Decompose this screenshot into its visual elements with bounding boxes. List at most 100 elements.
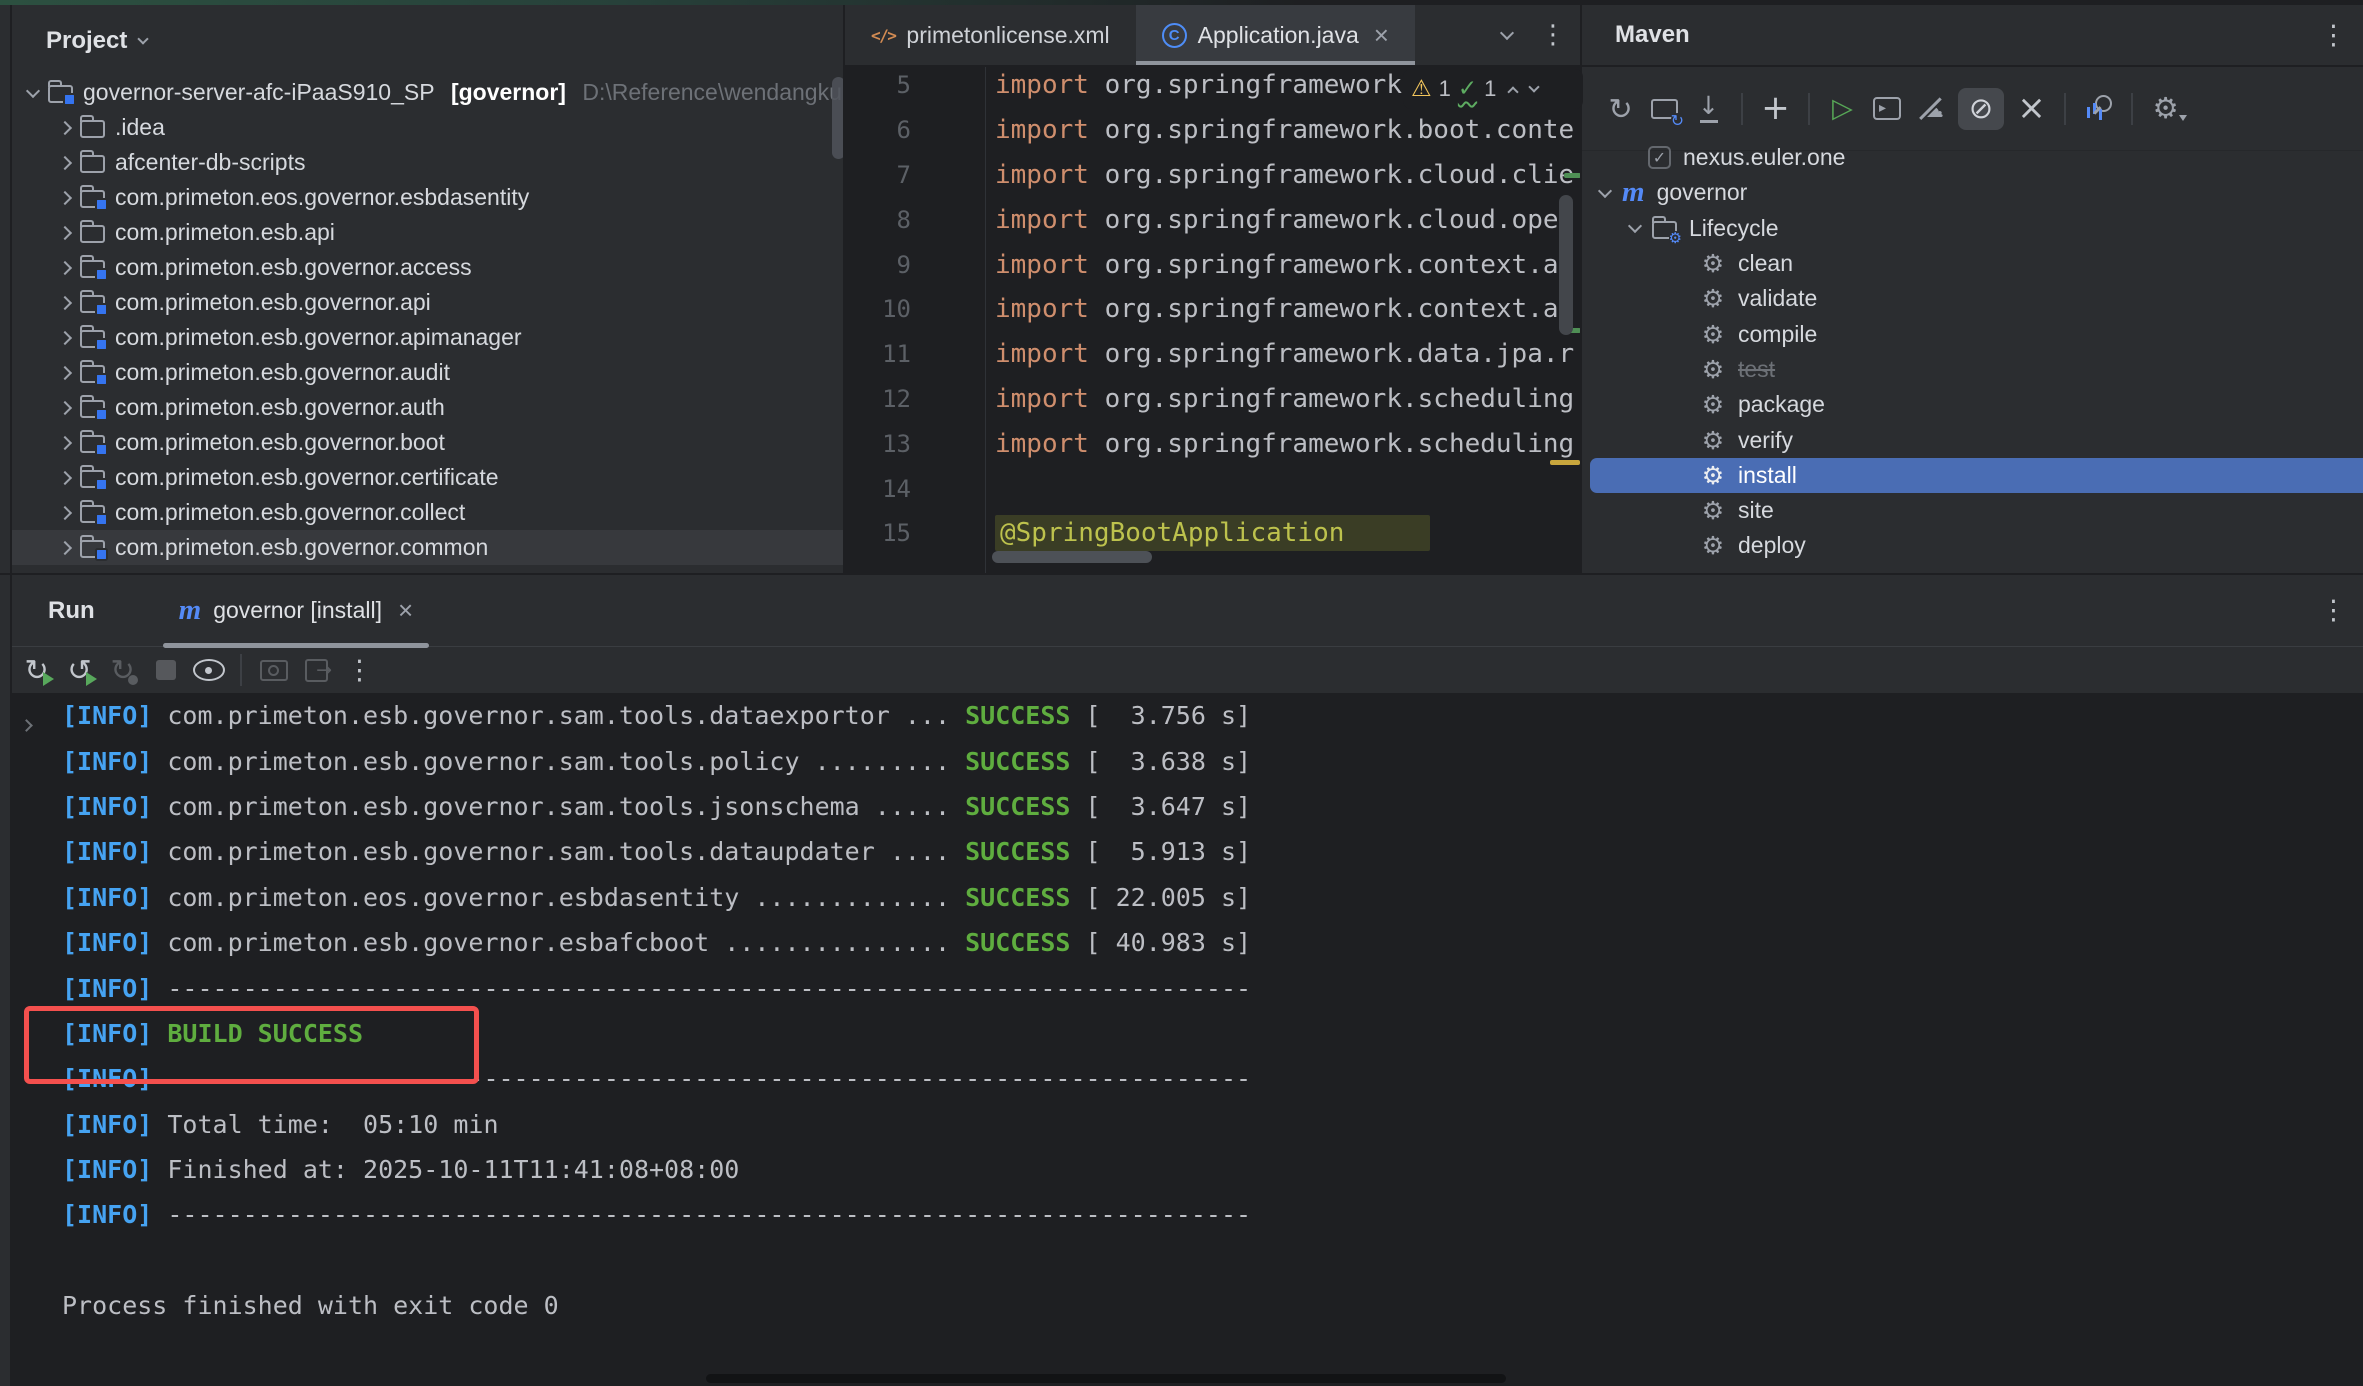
chevron-collapsed-icon[interactable] <box>58 400 72 414</box>
chevron-collapsed-icon[interactable] <box>58 190 72 204</box>
maven-tree-item[interactable]: deploy <box>1582 528 2363 563</box>
project-tree-item[interactable]: com.primeton.esb.governor.auth <box>12 390 845 425</box>
chevron-expanded-icon[interactable] <box>1628 219 1642 233</box>
export-console-icon[interactable] <box>300 654 333 687</box>
chevron-collapsed-icon[interactable] <box>58 365 72 379</box>
tab-list-chevron-icon[interactable] <box>1500 26 1514 40</box>
maven-tree-item[interactable]: clean <box>1582 246 2363 281</box>
line-number: 8 <box>845 206 911 234</box>
project-tree-item[interactable]: com.primeton.esb.api <box>12 215 845 250</box>
rerun-with-changes-icon[interactable] <box>63 654 96 687</box>
console-fold-toggle[interactable] <box>22 717 31 735</box>
warning-icon: ⚠ <box>1411 76 1432 102</box>
editor-options-kebab-icon[interactable]: ⋮ <box>1540 20 1566 50</box>
project-tree-item[interactable]: com.primeton.eos.governor.esbdasentity <box>12 180 845 215</box>
chevron-collapsed-icon[interactable] <box>58 505 72 519</box>
chevron-collapsed-icon[interactable] <box>58 225 72 239</box>
editor-vertical-scrollbar[interactable] <box>1559 195 1573 335</box>
chevron-collapsed-icon[interactable] <box>58 435 72 449</box>
project-tree-item[interactable]: com.primeton.esb.governor.access <box>12 250 845 285</box>
line-number: 10 <box>845 295 911 323</box>
chevron-expanded-icon[interactable] <box>26 83 40 97</box>
maven-tree-item[interactable]: install <box>1590 458 2363 493</box>
rerun-icon[interactable] <box>20 654 53 687</box>
maven-tree-item[interactable]: verify <box>1582 422 2363 457</box>
maven-tree-item[interactable]: Lifecycle <box>1582 211 2363 246</box>
chevron-collapsed-icon[interactable] <box>58 120 72 134</box>
maven-panel: Maven ⋮ nexus.euler.onegovernorLifecycle… <box>1580 5 2363 575</box>
editor-horizontal-scrollbar[interactable] <box>992 551 1152 563</box>
project-tree-item[interactable]: afcenter-db-scripts <box>12 145 845 180</box>
project-tree-item[interactable]: com.primeton.esb.governor.api <box>12 285 845 320</box>
run-maven-build-icon[interactable] <box>1826 92 1859 125</box>
maven-m-icon <box>1622 181 1645 204</box>
maven-tree-item[interactable]: compile <box>1582 316 2363 351</box>
resume-disabled-icon[interactable] <box>106 654 139 687</box>
maven-tree-item[interactable]: governor <box>1582 175 2363 210</box>
execute-maven-goal-icon[interactable] <box>1870 92 1903 125</box>
code-area[interactable]: 5import org.springframework.boot6import … <box>845 63 1580 556</box>
maven-tree-item[interactable]: nexus.euler.one <box>1582 140 2363 175</box>
goal-gear-icon <box>1700 251 1726 276</box>
maven-item-label: governor <box>1657 179 1748 206</box>
screenshot-camera-icon[interactable] <box>257 654 290 687</box>
console[interactable]: [INFO] com.primeton.esb.governor.sam.too… <box>12 693 2363 1386</box>
maven-tree-item[interactable]: site <box>1582 493 2363 528</box>
run-tab[interactable]: governor [install] × <box>157 575 436 646</box>
editor-tab[interactable]: Application.java× <box>1136 5 1415 65</box>
close-tab-icon[interactable]: × <box>398 595 413 626</box>
maven-settings-icon[interactable] <box>2149 92 2182 125</box>
project-tree-item[interactable]: .idea <box>12 110 845 145</box>
project-tree-item[interactable]: governor-server-afc-iPaaS910_SP [governo… <box>12 75 845 110</box>
project-tree-item[interactable]: com.primeton.esb.governor.certificate <box>12 460 845 495</box>
maven-tree-item[interactable]: test <box>1582 352 2363 387</box>
more-options-icon[interactable] <box>343 654 376 687</box>
goal-gear-icon <box>1700 392 1726 417</box>
keyword: import <box>995 339 1089 369</box>
previous-problem-icon[interactable] <box>1508 86 1519 97</box>
project-tree-item[interactable]: com.primeton.esb.governor.common <box>12 530 845 565</box>
console-line: [INFO] com.primeton.eos.governor.esbdase… <box>62 875 2363 920</box>
project-tree-item[interactable]: com.primeton.esb.governor.apimanager <box>12 320 845 355</box>
download-sources-icon[interactable] <box>1692 92 1725 125</box>
inspections-widget[interactable]: ⚠ 1 ✓ 1 <box>1403 69 1583 109</box>
preview-eye-icon[interactable] <box>192 654 225 687</box>
java-class-icon <box>1162 23 1187 48</box>
next-problem-icon[interactable] <box>1529 81 1540 92</box>
collapse-x-icon[interactable] <box>2015 92 2048 125</box>
ide-window: Project governor-server-afc-iPaaS910_SP … <box>0 0 2363 1386</box>
project-tree-item[interactable]: com.primeton.esb.governor.collect <box>12 495 845 530</box>
console-line: [INFO] ---------------------------------… <box>62 965 2363 1010</box>
project-tool-window-header[interactable]: Project <box>46 27 147 55</box>
toggle-offline-mode-icon[interactable] <box>1914 92 1947 125</box>
maven-tree-item[interactable]: package <box>1582 387 2363 422</box>
chevron-expanded-icon[interactable] <box>1598 184 1612 198</box>
maven-item-label: Lifecycle <box>1689 215 1778 242</box>
chevron-collapsed-icon[interactable] <box>58 470 72 484</box>
chevron-collapsed-icon[interactable] <box>58 155 72 169</box>
analyze-dependencies-icon[interactable] <box>2082 92 2115 125</box>
code-text: import org.springframework.cloud.clie <box>995 160 1574 190</box>
chevron-down-icon[interactable] <box>138 33 149 44</box>
maven-options-kebab-icon[interactable]: ⋮ <box>2320 20 2347 51</box>
run-options-kebab-icon[interactable]: ⋮ <box>2320 595 2347 626</box>
chevron-collapsed-icon[interactable] <box>58 330 72 344</box>
maven-item-label: validate <box>1738 285 1817 312</box>
skip-tests-icon[interactable] <box>1958 88 2004 130</box>
project-tree-item[interactable]: com.primeton.esb.governor.boot <box>12 425 845 460</box>
maven-tree-item[interactable]: validate <box>1582 281 2363 316</box>
generate-sources-folder-icon[interactable] <box>1648 92 1681 125</box>
editor-tab[interactable]: primetonlicense.xml <box>845 5 1136 65</box>
chevron-collapsed-icon[interactable] <box>58 540 72 554</box>
close-tab-icon[interactable]: × <box>1374 20 1389 51</box>
code-text: import org.springframework.scheduling <box>995 429 1574 459</box>
reload-maven-projects-icon[interactable] <box>1604 92 1637 125</box>
chevron-collapsed-icon[interactable] <box>58 260 72 274</box>
console-horizontal-scrollbar[interactable] <box>706 1374 1506 1383</box>
maven-item-label: test <box>1738 356 1775 383</box>
add-maven-project-icon[interactable] <box>1759 92 1792 125</box>
chevron-collapsed-icon[interactable] <box>58 295 72 309</box>
project-tree-item[interactable]: com.primeton.esb.governor.audit <box>12 355 845 390</box>
stop-disabled-icon[interactable] <box>149 654 182 687</box>
folder-module-icon <box>80 540 105 558</box>
